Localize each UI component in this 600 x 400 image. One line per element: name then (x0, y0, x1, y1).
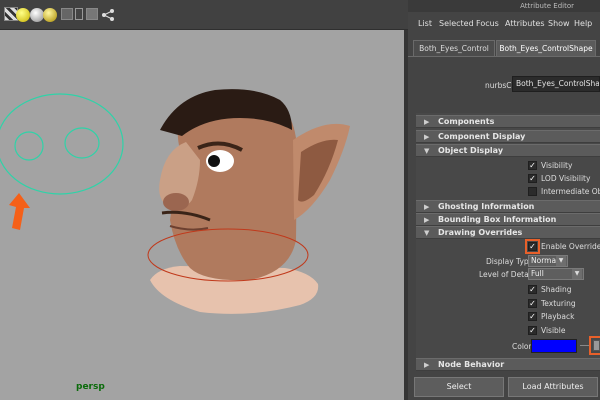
visible-label: Visible (541, 326, 566, 335)
section-bounding-box[interactable]: ▶ Bounding Box Information (416, 213, 600, 226)
menu-focus[interactable]: Focus (476, 19, 499, 28)
menu-list[interactable]: List (418, 19, 432, 28)
enable-overrides-label: Enable Overrides (541, 242, 600, 251)
visibility-checkbox[interactable]: ✓ (528, 161, 537, 170)
section-node-behavior[interactable]: ▶ Node Behavior (416, 358, 600, 371)
annotation-arrow (9, 193, 30, 230)
select-button[interactable]: Select (414, 377, 504, 397)
nurbs-curve-field[interactable]: Both_Eyes_ControlShape (512, 76, 600, 92)
eyes-control-curve[interactable] (0, 93, 124, 195)
collapsed-arrow-icon: ▶ (424, 203, 430, 211)
playback-checkbox[interactable]: ✓ (528, 312, 537, 321)
node-tabs: Both_Eyes_Control Both_Eyes_ControlShape (408, 38, 600, 56)
section-drawing-overrides[interactable]: ▼ Drawing Overrides (416, 226, 600, 239)
display-type-label: Display Type (486, 257, 534, 266)
right-eye-curve[interactable] (64, 127, 100, 159)
attribute-editor-title: Attribute Editor (408, 0, 600, 12)
load-attributes-button[interactable]: Load Attributes (508, 377, 598, 397)
lod-visibility-label: LOD Visibility (541, 174, 591, 183)
expanded-arrow-icon: ▼ (424, 229, 430, 237)
collapsed-arrow-icon: ▶ (424, 133, 430, 141)
shading-label: Shading (541, 285, 572, 294)
visible-checkbox[interactable]: ✓ (528, 326, 537, 335)
section-ghosting[interactable]: ▶ Ghosting Information (416, 200, 600, 213)
expanded-arrow-icon: ▼ (424, 147, 430, 155)
level-of-detail-dropdown[interactable]: Full ▼ (528, 268, 584, 280)
color-slider-highlight (589, 336, 600, 355)
light-yellow-icon[interactable] (16, 8, 30, 22)
tab-both-eyes-controlshape[interactable]: Both_Eyes_ControlShape (496, 40, 596, 56)
section-components[interactable]: ▶ Components (416, 115, 600, 128)
menu-help[interactable]: Help (574, 19, 592, 28)
intermediate-object-label: Intermediate Object (541, 187, 600, 196)
menu-selected[interactable]: Selected (439, 19, 474, 28)
color-label: Color (512, 342, 532, 351)
color-swatch[interactable] (531, 339, 577, 353)
level-of-detail-label: Level of Detail (479, 270, 533, 279)
viewport-panel[interactable]: persp (0, 0, 408, 400)
light-sphere-icon[interactable] (43, 8, 57, 22)
visibility-label: Visibility (541, 161, 573, 170)
viewport-toolbar (0, 0, 408, 30)
attributes-scroll-area[interactable]: ▶ Components ▶ Component Display ▼ Objec… (416, 113, 600, 371)
tab-divider (408, 56, 600, 57)
section-object-display[interactable]: ▼ Object Display (416, 144, 600, 157)
scene-canvas[interactable] (0, 30, 408, 400)
left-eye-curve[interactable] (14, 131, 44, 161)
texturing-label: Texturing (541, 299, 576, 308)
cube-icon[interactable] (86, 8, 98, 20)
intermediate-object-checkbox[interactable] (528, 187, 537, 196)
camera-label: persp (76, 382, 105, 392)
texturing-checkbox[interactable]: ✓ (528, 299, 537, 308)
playback-label: Playback (541, 312, 575, 321)
dropdown-arrow-icon: ▼ (556, 256, 566, 266)
attribute-editor: Attribute Editor List Selected Focus Att… (408, 0, 600, 400)
share-icon[interactable] (101, 8, 115, 22)
lights-icon[interactable] (61, 8, 73, 20)
tab-both-eyes-control[interactable]: Both_Eyes_Control (413, 40, 495, 56)
enable-overrides-highlight (525, 239, 540, 254)
menu-show[interactable]: Show (548, 19, 570, 28)
shading-checkbox[interactable]: ✓ (528, 285, 537, 294)
section-component-display[interactable]: ▶ Component Display (416, 130, 600, 143)
menu-attributes[interactable]: Attributes (505, 19, 545, 28)
isolate-icon[interactable] (75, 8, 83, 20)
dropdown-arrow-icon: ▼ (572, 269, 582, 279)
collapsed-arrow-icon: ▶ (424, 118, 430, 126)
display-type-dropdown[interactable]: Normal ▼ (528, 255, 568, 267)
light-gray-icon[interactable] (30, 8, 44, 22)
attribute-editor-menubar: List Selected Focus Attributes Show Help (408, 12, 600, 36)
collapsed-arrow-icon: ▶ (424, 361, 430, 369)
lod-visibility-checkbox[interactable]: ✓ (528, 174, 537, 183)
collapsed-arrow-icon: ▶ (424, 216, 430, 224)
